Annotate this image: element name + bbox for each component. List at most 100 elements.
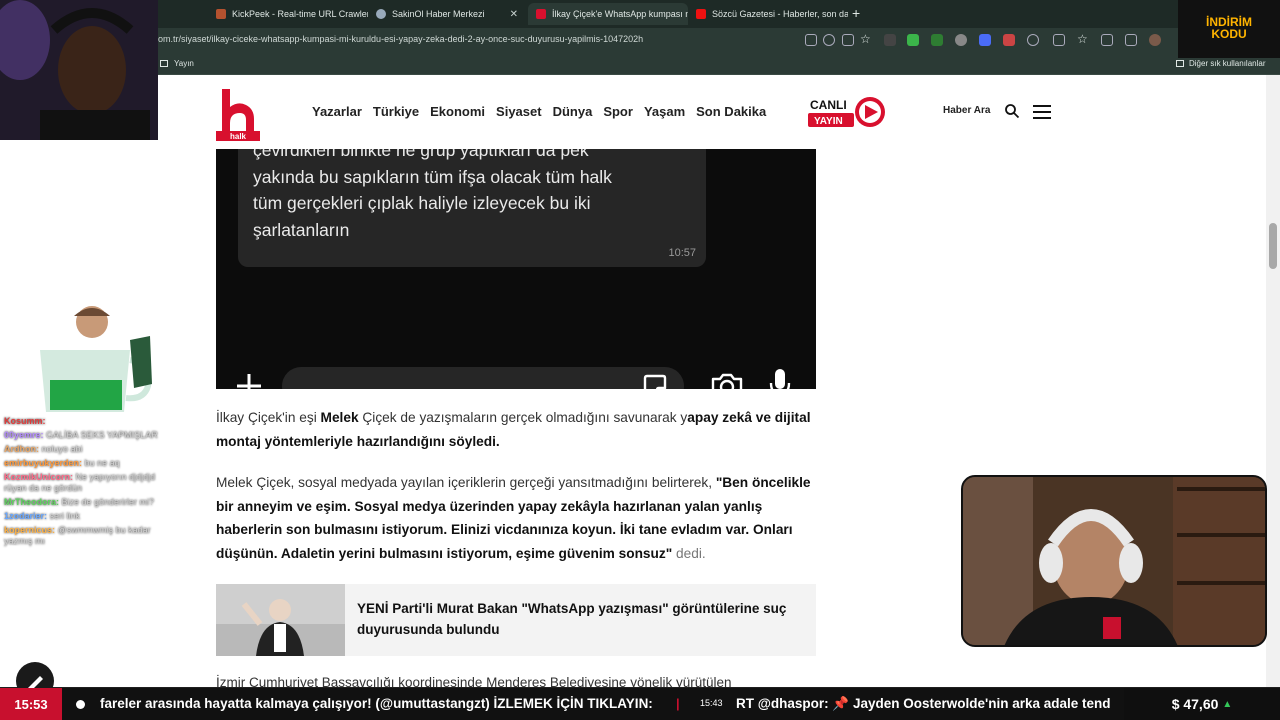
scrollbar-thumb[interactable] xyxy=(1269,223,1277,269)
page-scrollbar[interactable] xyxy=(1266,75,1280,687)
related-article-title[interactable]: YENİ Parti'li Murat Bakan "WhatsApp yazı… xyxy=(357,598,807,640)
install-app-icon[interactable] xyxy=(805,34,817,46)
live-broadcast-button[interactable]: CANLI YAYIN xyxy=(806,93,890,131)
camera-icon xyxy=(711,373,743,389)
chat-text: GALİBA SEKS YAPMIŞLAR xyxy=(46,430,158,440)
streamer-webcam-right xyxy=(961,475,1267,647)
nav-item-son-dakika[interactable]: Son Dakika xyxy=(696,104,766,119)
chat-username: Kosumm: xyxy=(4,416,46,426)
tab-title: SakinOl Haber Merkezi xyxy=(392,9,485,19)
streamer-webcam-top xyxy=(0,0,158,140)
bookmark-yayin[interactable]: Yayın xyxy=(160,59,194,68)
chat-username: MrTheodora: xyxy=(4,497,59,507)
chat-message: 00yemre: GALİBA SEKS YAPMIŞLAR xyxy=(4,430,174,441)
chat-username: kopernicus: xyxy=(4,525,56,535)
extension-icon[interactable] xyxy=(1003,34,1015,46)
tab-kickpeek[interactable]: KickPeek - Real-time URL Crawler ✕ xyxy=(208,3,368,25)
address-bar: om.tr/siyaset/ilkay-ciceke-whatsapp-kump… xyxy=(0,28,1280,53)
whatsapp-screenshot-image: çevirdikleri birlikte ne grup yaptıkları… xyxy=(216,149,816,389)
halktv-logo[interactable]: halk xyxy=(216,83,260,141)
tab-title: İlkay Çiçek'e WhatsApp kumpası m xyxy=(552,9,688,19)
related-article-thumbnail[interactable] xyxy=(216,584,345,656)
ticker-time: 15:43 xyxy=(700,698,723,708)
live-sub-label: YAYIN xyxy=(814,116,843,127)
extension-icon[interactable] xyxy=(907,34,919,46)
chat-username: emirbuyukyerden: xyxy=(4,458,83,468)
search-label[interactable]: Haber Ara xyxy=(943,105,990,116)
search-icon[interactable] xyxy=(1004,103,1020,119)
chat-message: emirbuyukyerden: bu ne aq xyxy=(4,458,174,469)
reader-icon[interactable] xyxy=(842,34,854,46)
related-article-card[interactable]: YENİ Parti'li Murat Bakan "WhatsApp yazı… xyxy=(216,584,816,656)
logo-text: halk xyxy=(230,132,247,141)
globe-icon xyxy=(376,9,386,19)
bookmark-other[interactable]: Diğer sık kullanılanlar xyxy=(1176,59,1265,68)
star-icon[interactable]: ☆ xyxy=(860,32,872,46)
ticker-text: RT @dhaspor: 📌 Jayden Oosterwolde'nin ar… xyxy=(736,696,1111,711)
extension-icon[interactable] xyxy=(931,34,943,46)
nav-item-spor[interactable]: Spor xyxy=(603,104,633,119)
nav-item-dunya[interactable]: Dünya xyxy=(553,104,593,119)
sozcu-favicon-icon xyxy=(696,9,706,19)
plus-icon xyxy=(237,374,261,389)
translate-icon[interactable] xyxy=(979,34,991,46)
bookmarks-bar: Yayın Diğer sık kullanılanlar xyxy=(0,53,1280,75)
paragraph-text: Çiçek de yazışmaların gerçek olmadığını … xyxy=(358,410,688,425)
microphone-icon xyxy=(769,369,791,389)
message-bubble: çevirdikleri birlikte ne grup yaptıkları… xyxy=(238,149,706,267)
nav-item-ekonomi[interactable]: Ekonomi xyxy=(430,104,485,119)
article-paragraph: İlkay Çiçek'in eşi Melek Çiçek de yazışm… xyxy=(216,406,816,453)
halktv-favicon-icon xyxy=(536,9,546,19)
zoom-icon[interactable] xyxy=(823,34,835,46)
ticker-text: fareler arasında hayatta kalmaya çalışıy… xyxy=(100,696,653,711)
chat-text: noluyo abi xyxy=(41,444,83,454)
nav-item-yazarlar[interactable]: Yazarlar xyxy=(312,104,362,119)
tab-title: KickPeek - Real-time URL Crawler xyxy=(232,9,368,19)
new-tab-icon[interactable]: + xyxy=(852,5,860,21)
split-screen-icon[interactable] xyxy=(1053,34,1065,46)
live-label: CANLI xyxy=(810,98,847,112)
kickpeek-favicon-icon xyxy=(216,9,226,19)
tab-halktv-active[interactable]: İlkay Çiçek'e WhatsApp kumpası m ✕ xyxy=(528,3,688,25)
paragraph-text: Melek Çiçek, sosyal medyada yayılan içer… xyxy=(216,475,716,490)
hamburger-menu-icon[interactable] xyxy=(1033,105,1051,119)
extension-icon[interactable] xyxy=(955,34,967,46)
price-value: $ 47,60 xyxy=(1171,696,1219,712)
chat-message: KozmikUnicorn: Ne yapıyorın djdjdjd rüya… xyxy=(4,472,174,494)
collections-icon[interactable] xyxy=(1125,34,1137,46)
paragraph-bold: Melek xyxy=(320,410,359,425)
chat-message: 1zodarier: seri link xyxy=(4,511,174,522)
message-input-bar xyxy=(282,367,684,389)
tab-title: Sözcü Gazetesi - Haberler, son dakik xyxy=(712,9,848,19)
streamer-mug-overlay xyxy=(40,306,152,412)
tab-sozcu[interactable]: Sözcü Gazetesi - Haberler, son dakik ✕ xyxy=(688,3,848,25)
nav-item-turkiye[interactable]: Türkiye xyxy=(373,104,419,119)
extension-icon[interactable] xyxy=(884,34,896,46)
message-time: 10:57 xyxy=(668,247,696,259)
site-header: halk Yazarlar Türkiye Ekonomi Siyaset Dü… xyxy=(0,75,1266,149)
dollar-price: $ 47,60 ▲ xyxy=(1124,688,1280,720)
nav-item-siyaset[interactable]: Siyaset xyxy=(496,104,542,119)
main-nav: Yazarlar Türkiye Ekonomi Siyaset Dünya S… xyxy=(312,104,766,119)
chat-message: kopernicus: @swmmwmiş bu kadar yazmış mı xyxy=(4,525,174,547)
close-tab-icon[interactable]: ✕ xyxy=(510,9,518,20)
folder-icon xyxy=(160,60,168,67)
profile-avatar[interactable] xyxy=(1149,34,1161,46)
promo-line: KODU xyxy=(1211,27,1247,41)
url-field[interactable]: om.tr/siyaset/ilkay-ciceke-whatsapp-kump… xyxy=(158,34,643,44)
folder-icon xyxy=(1176,60,1184,67)
nav-item-yasam[interactable]: Yaşam xyxy=(644,104,685,119)
promo-text: İNDİRİM KODU xyxy=(1192,16,1266,40)
extensions-icon[interactable] xyxy=(1101,34,1113,46)
chat-username: KozmikUnicorn: xyxy=(4,472,74,482)
ticker-separator: | xyxy=(676,696,680,711)
chat-text: seri link xyxy=(49,511,81,521)
bookmark-label: Diğer sık kullanılanlar xyxy=(1189,59,1266,68)
discount-code-promo: İNDİRİM KODU xyxy=(1178,0,1280,58)
chat-text: bu ne aq xyxy=(84,458,120,468)
stream-chat: Kosumm: 00yemre: GALİBA SEKS YAPMIŞLAR A… xyxy=(4,416,174,550)
tab-sakinol[interactable]: SakinOl Haber Merkezi ✕ xyxy=(368,3,526,25)
refresh-icon[interactable] xyxy=(1027,34,1039,46)
favorites-icon[interactable]: ☆ xyxy=(1077,32,1089,46)
live-dot-icon xyxy=(76,700,85,709)
